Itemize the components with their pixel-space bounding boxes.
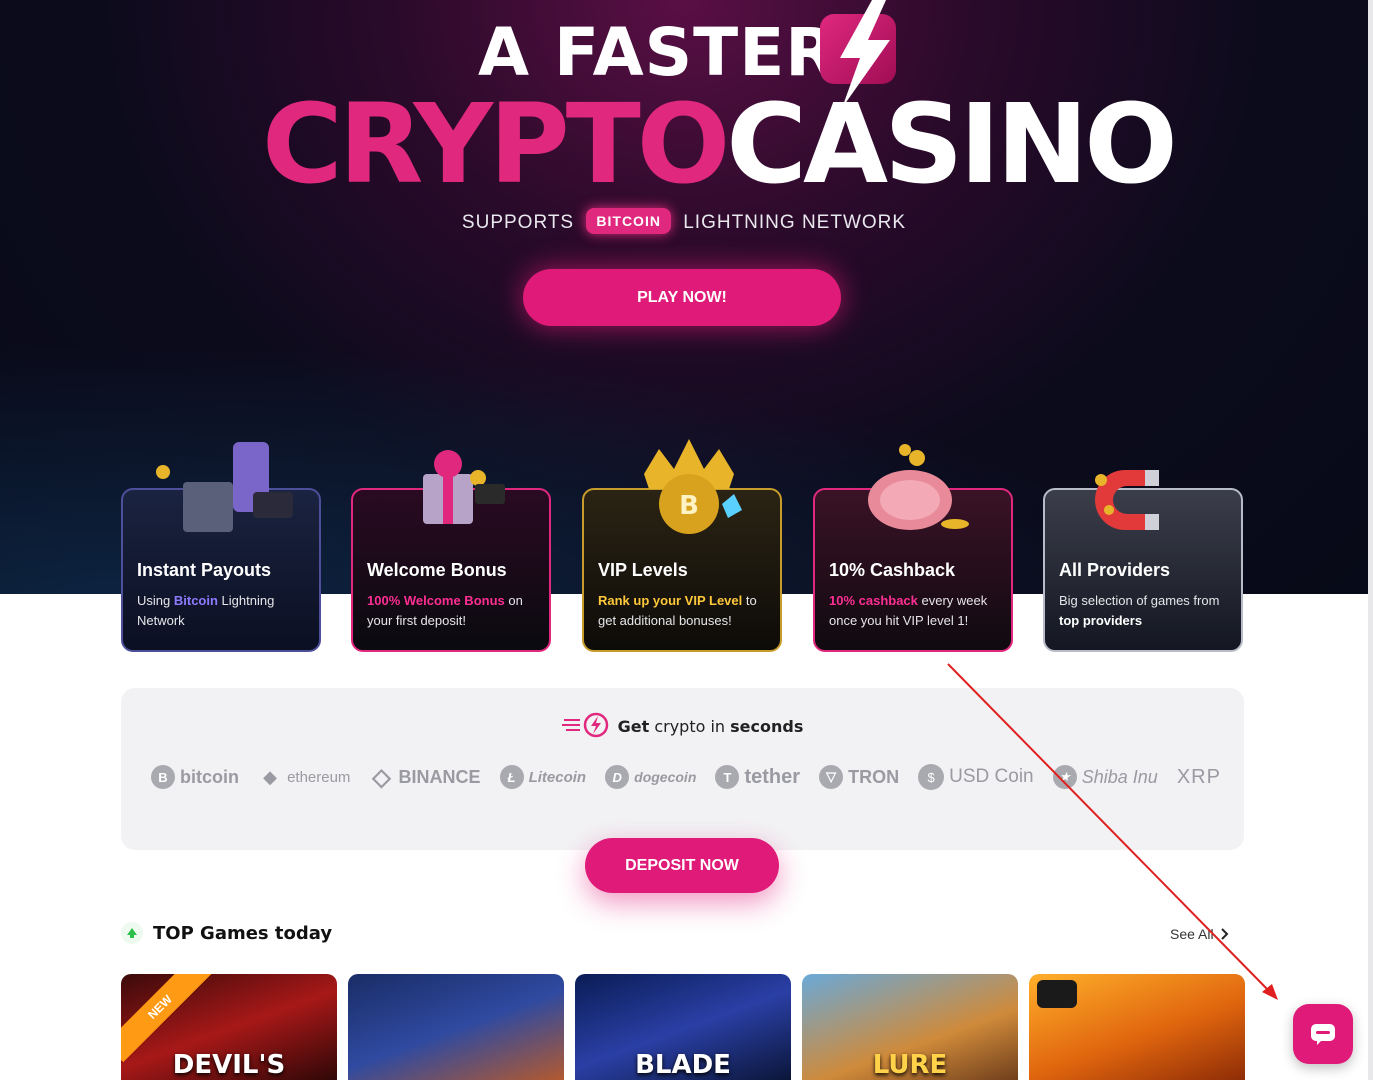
coin-name: USD Coin [949,766,1034,787]
binance-icon: ◇ [372,763,391,791]
svg-text:B: B [679,491,699,521]
feature-desc: 100% Welcome Bonus on your first deposit… [367,591,535,631]
network-text: LIGHTNING NETWORK [683,212,907,233]
new-ribbon: NEW [121,974,216,1063]
see-all-link[interactable]: See All [1170,926,1229,942]
coin-name: tether [744,765,801,788]
piggy-bank-icon [868,444,969,530]
feature-card-welcome-bonus[interactable]: Welcome Bonus 100% Welcome Bonus on your… [351,450,551,652]
page: A FASTER CRYPTOCASINO SUPPORTS BITCOIN L… [0,0,1373,1080]
coin-name: dogecoin [634,769,697,785]
deposit-now-button[interactable]: DEPOSIT NOW [585,838,779,893]
hero-title-casino: CASINO [726,80,1178,208]
provider-logo [1037,980,1077,1008]
get-crypto-heading: Get crypto in seconds [121,712,1244,738]
feature-desc-pre: Using [137,593,174,608]
coin-xrp: XRP [1177,766,1221,789]
game-card[interactable] [1029,974,1245,1080]
coin-binance: ◇ BINANCE [370,763,481,791]
coin-name: TRON [848,766,900,787]
feature-desc-highlight: Rank up your VIP Level [598,593,743,608]
tron-icon: ▽ [819,765,844,789]
fast-bolt-icon [561,712,608,738]
feature-desc-highlight: top providers [1059,613,1143,628]
coin-name: Litecoin [528,768,587,786]
coin-shiba-inu: ★ Shiba Inu [1052,765,1158,789]
get-text: Get [617,717,650,736]
feature-title: Instant Payouts [137,560,272,580]
coin-ethereum: ◆ ethereum [258,765,350,789]
coin-tron: ▽ TRON [819,765,899,789]
hero-title-line2: CRYPTOCASINO [262,80,1178,208]
seconds-text: seconds [730,717,804,736]
feature-card-vip-levels[interactable]: B VIP Levels Rank up your VIP Level to g… [582,439,782,652]
feature-title: VIP Levels [598,560,688,580]
feature-card-cashback[interactable]: 10% Cashback 10% cashback every week onc… [813,444,1013,652]
chat-button[interactable] [1293,1004,1353,1064]
feature-card-instant-payouts[interactable]: Instant Payouts Using Bitcoin Lightning … [121,442,321,652]
coin-tether: Ttether [715,765,800,789]
coin-list: Bbitcoin ◆ ethereum ◇ BINANCE Ł Litecoin Dd… [151,763,1221,791]
coin-bitcoin: Bbitcoin [151,765,239,789]
shiba-inu-icon: ★ [1052,765,1077,789]
coin-name: ethereum [287,768,351,786]
scrollbar[interactable] [1368,0,1373,1080]
game-title: DEVIL'S [172,1050,286,1080]
usdcoin-icon: $ [918,764,945,790]
tether-icon: T [715,765,740,789]
supports-text: SUPPORTS [461,212,575,233]
play-now-button[interactable]: PLAY NOW! [523,269,841,326]
coin-usdcoin: $ USD Coin [918,764,1034,790]
feature-title: Welcome Bonus [367,560,507,580]
crown-coin-icon: B [644,439,742,534]
coin-litecoin: Ł Litecoin [499,765,587,789]
feature-desc-highlight: 10% cashback [829,593,918,608]
game-card[interactable]: NEW DEVIL'S [121,974,337,1080]
coin-name: Shiba Inu [1081,766,1158,787]
magnet-icon [1095,470,1159,530]
feature-desc-pre: Big selection of games from [1059,593,1220,608]
atm-phone-icon [156,442,293,532]
feature-desc: Using Bitcoin Lightning Network [137,591,305,631]
coin-name: bitcoin [180,766,239,787]
crypto-in-text: crypto in [649,717,731,736]
top-games-title: TOP Games today [153,922,333,944]
dogecoin-icon: D [605,765,630,789]
supports-line: SUPPORTS BITCOIN LIGHTNING NETWORK [0,208,1368,234]
game-card[interactable]: BLADE [575,974,791,1080]
gift-box-icon [423,450,505,524]
game-card[interactable] [348,974,564,1080]
feature-desc-highlight: 100% Welcome Bonus [367,593,505,608]
bitcoin-icon: B [151,765,175,789]
game-title: BLADE [635,1050,731,1080]
hero-title-crypto: CRYPTO [262,80,730,208]
coin-dogecoin: Ddogecoin [605,765,696,789]
arrow-up-icon [121,922,143,944]
litecoin-icon: Ł [499,765,524,789]
feature-title: All Providers [1059,560,1171,580]
feature-title: 10% Cashback [829,560,956,580]
coin-name: BINANCE [398,766,481,787]
feature-desc: Big selection of games from top provider… [1059,591,1227,631]
feature-desc: 10% cashback every week once you hit VIP… [829,591,997,631]
crypto-panel: Get crypto in seconds Bbitcoin ◆ ethereum… [121,688,1244,850]
feature-desc-highlight: Bitcoin [173,593,218,608]
bitcoin-badge: BITCOIN [586,208,671,234]
game-card[interactable]: LURE [802,974,1018,1080]
feature-desc: Rank up your VIP Level to get additional… [598,591,766,631]
feature-card-all-providers[interactable]: All Providers Big selection of games fro… [1043,470,1243,652]
game-title: LURE [872,1050,948,1080]
chat-bubble-icon [1311,1024,1335,1045]
ethereum-icon: ◆ [263,766,277,787]
see-all-label: See All [1170,926,1214,942]
coin-name: XRP [1176,765,1221,788]
chevron-right-icon [1220,928,1229,940]
top-games-header: TOP Games today [121,922,332,944]
